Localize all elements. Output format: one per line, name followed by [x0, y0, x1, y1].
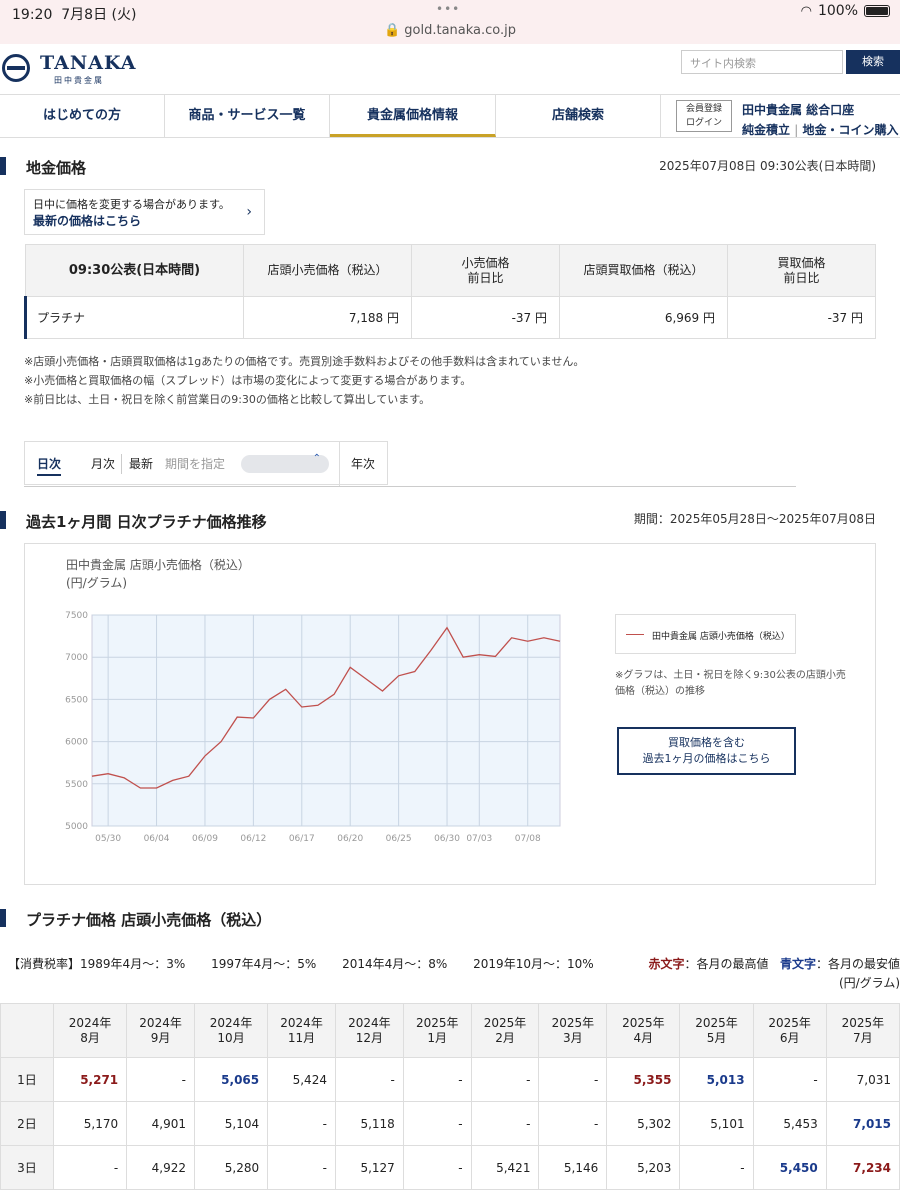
price-cell: -: [267, 1145, 336, 1190]
price-cell: 5,065: [193, 1057, 269, 1102]
legend-label: 田中貴金属 店頭小売価格（税込）: [652, 632, 790, 642]
price-cell: -: [402, 1101, 472, 1146]
day-label: 2日: [0, 1101, 54, 1146]
month-header: 2024年 11月: [267, 1003, 336, 1058]
y-tick-label: 7500: [65, 611, 88, 621]
plot-area: [91, 614, 561, 827]
price-cell: 5,146: [538, 1145, 608, 1190]
month-header: 2025年 7月: [825, 1003, 900, 1058]
price-cell: 5,450: [752, 1145, 827, 1190]
tax-item: 1989年4月〜：3%: [80, 957, 186, 971]
table-row: 3日 -4,922 5,280-5,127-5,421 5,146 5,203-5,45…: [0, 1145, 900, 1190]
price-cell: 5,013: [679, 1057, 754, 1102]
button-line: 買取価格を含む: [668, 736, 745, 749]
price-cell: -: [752, 1057, 827, 1102]
y-tick-label: 5500: [65, 780, 88, 790]
price-cell: -: [402, 1057, 472, 1102]
tax-label: 【消費税率】: [8, 957, 81, 971]
table-row: 2日 5,170 4,901 5,104-5,118- - -5,302 5,101 5,45…: [0, 1101, 900, 1146]
price-cell: -: [334, 1057, 404, 1102]
price-cell: -: [470, 1101, 540, 1146]
price-cell: -: [538, 1101, 608, 1146]
corner-cell: [0, 1003, 54, 1058]
month-header: 2025年 4月: [606, 1003, 681, 1058]
month-header: 2024年 10月: [193, 1003, 269, 1058]
price-cell: 7,031: [825, 1057, 900, 1102]
price-cell: 5,280: [193, 1145, 269, 1190]
month-header: 2025年 3月: [538, 1003, 608, 1058]
x-tick-label: 06/25: [386, 834, 412, 844]
month-header: 2024年 9月: [126, 1003, 195, 1058]
past-month-prices-button[interactable]: 買取価格を含む 過去1ヶ月の価格はこちら: [617, 727, 796, 775]
month-header: 2025年 1月: [402, 1003, 472, 1058]
price-cell: -: [470, 1057, 540, 1102]
price-cell: 5,101: [679, 1101, 754, 1146]
table-row: 1日 5,271-5,065 5,424- - - -5,355 5,013-7,031: [0, 1057, 900, 1102]
price-cell: 5,355: [606, 1057, 681, 1102]
tax-item: 2019年10月〜：10%: [473, 957, 594, 971]
price-cell: 5,421: [470, 1145, 540, 1190]
price-cell: 5,424: [267, 1057, 336, 1102]
price-cell: -: [679, 1145, 754, 1190]
x-tick-label: 06/17: [289, 834, 315, 844]
price-cell: 5,453: [752, 1101, 827, 1146]
day-label: 3日: [0, 1145, 54, 1190]
high-low-legend: 赤文字：各月の最高値 青文字：各月の最安値 (円/グラム): [648, 955, 900, 993]
button-line: 過去1ヶ月の価格はこちら: [642, 752, 771, 765]
month-header: 2025年 5月: [679, 1003, 754, 1058]
price-cell: -: [52, 1145, 128, 1190]
x-tick-label: 05/30: [95, 834, 121, 844]
price-cell: 5,271: [52, 1057, 128, 1102]
month-header: 2025年 6月: [752, 1003, 827, 1058]
price-cell: 5,203: [606, 1145, 681, 1190]
x-tick-label: 06/12: [240, 834, 266, 844]
month-header: 2024年 12月: [334, 1003, 404, 1058]
legend-blue: 青文字: [779, 957, 816, 971]
month-header: 2025年 2月: [470, 1003, 540, 1058]
price-cell: 5,104: [193, 1101, 269, 1146]
price-cell: 5,302: [606, 1101, 681, 1146]
price-cell: 4,901: [126, 1101, 195, 1146]
tax-item: 2014年4月〜：8%: [342, 957, 448, 971]
y-tick-label: 7000: [65, 653, 88, 663]
chart-legend: 田中貴金属 店頭小売価格（税込）: [615, 614, 796, 654]
x-tick-label: 06/09: [192, 834, 218, 844]
legend-red-text: ：各月の最高値: [684, 957, 769, 971]
y-tick-label: 6500: [65, 695, 88, 705]
x-tick-label: 06/04: [144, 834, 170, 844]
price-cell: -: [402, 1145, 472, 1190]
legend-blue-text: ：各月の最安値: [815, 957, 900, 971]
x-tick-label: 07/08: [515, 834, 541, 844]
price-cell: 5,170: [52, 1101, 128, 1146]
tax-rates: 【消費税率】1989年4月〜：3% 1997年4月〜：5% 2014年4月〜：8…: [8, 955, 594, 972]
x-tick-label: 07/03: [466, 834, 492, 844]
x-tick-label: 06/30: [434, 834, 460, 844]
price-cell: -: [267, 1101, 336, 1146]
month-header: 2024年 8月: [52, 1003, 128, 1058]
legend-red: 赤文字: [648, 957, 685, 971]
monthly-unit: (円/グラム): [838, 976, 900, 990]
chart-note: ※グラフは、土日・祝日を除く9:30公表の店頭小売価格（税込）の推移: [615, 670, 846, 697]
tax-item: 1997年4月〜：5%: [211, 957, 317, 971]
y-tick-label: 5000: [65, 822, 88, 832]
price-cell: 7,234: [825, 1145, 900, 1190]
monthly-price-table: 2024年 8月 2024年 9月 2024年 10月 2024年 11月 2024年 12月 20…: [0, 1003, 900, 1190]
price-cell: -: [538, 1057, 608, 1102]
price-cell: 4,922: [126, 1145, 195, 1190]
price-cell: -: [126, 1057, 195, 1102]
x-tick-label: 06/20: [337, 834, 363, 844]
day-label: 1日: [0, 1057, 54, 1102]
legend-line-swatch: [626, 634, 644, 635]
price-cell: 5,127: [334, 1145, 404, 1190]
price-cell: 7,015: [825, 1101, 900, 1146]
y-tick-label: 6000: [65, 738, 88, 748]
monthly-section-title: プラチナ価格 店頭小売価格（税込）: [26, 911, 272, 929]
price-cell: 5,118: [334, 1101, 404, 1146]
